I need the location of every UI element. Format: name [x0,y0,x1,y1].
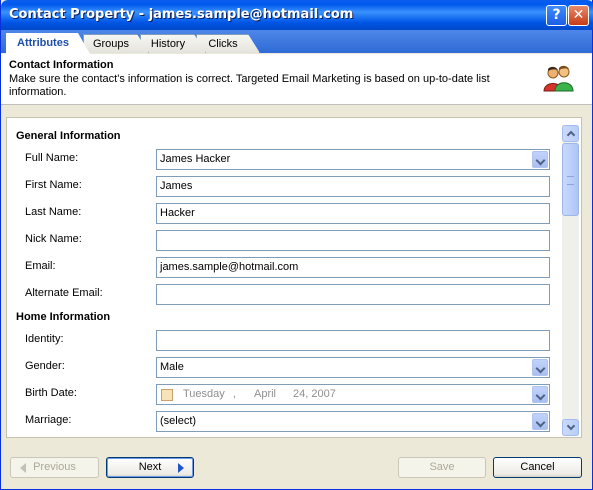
birth-month: April [254,388,277,400]
next-label: Next [138,461,162,473]
tab-attributes[interactable]: Attributes [6,33,90,54]
vertical-scrollbar[interactable] [562,125,579,436]
birth-weekday: Tuesday [183,388,225,400]
birth-day-year: 24, 2007 [293,388,336,400]
date-checkbox[interactable] [161,389,173,401]
header-description: Make sure the contact's information is c… [9,73,490,98]
help-button[interactable]: ? [546,5,567,26]
full-name-label: Full Name: [25,152,79,164]
last-name-label: Last Name: [25,206,82,218]
marriage-value: (select) [160,415,197,427]
first-name-label: First Name: [25,179,82,191]
alternate-email-label: Alternate Email: [25,287,103,299]
home-info-heading: Home Information [16,311,111,323]
contacts-icon [541,65,575,96]
save-button[interactable]: Save [398,457,486,478]
last-name-field[interactable]: Hacker [156,203,550,224]
next-button[interactable]: Next [106,457,194,478]
arrow-left-icon [20,463,26,473]
scroll-thumb[interactable] [562,143,579,216]
identity-field[interactable] [156,330,550,351]
scroll-up-button[interactable] [562,125,579,142]
gender-label: Gender: [25,360,65,372]
full-name-combo[interactable]: James Hacker [156,149,550,170]
nick-name-field[interactable] [156,230,550,251]
email-label: Email: [25,260,56,272]
birth-separator: , [233,388,237,400]
birth-date-picker[interactable]: Tuesday , April 24, 2007 [156,384,550,405]
header-title: Contact Information [9,59,114,71]
button-bar: Previous Next Save Cancel [1,447,592,489]
chevron-down-icon[interactable] [532,413,548,430]
alternate-email-field[interactable] [156,284,550,305]
chevron-down-icon[interactable] [532,359,548,376]
marriage-combo[interactable]: (select) [156,411,550,432]
window-title: Contact Property - james.sample@hotmail.… [9,7,354,22]
scroll-down-button[interactable] [562,419,579,436]
full-name-value: James Hacker [160,153,231,165]
contact-info-header: Contact Information Make sure the contac… [1,54,592,105]
title-bar: Contact Property - james.sample@hotmail.… [1,0,593,30]
tab-clicks[interactable]: Clicks [196,34,260,53]
first-name-field[interactable]: James [156,176,550,197]
cancel-button[interactable]: Cancel [493,457,582,478]
previous-button[interactable]: Previous [10,457,99,478]
nick-name-label: Nick Name: [25,233,82,245]
tab-groups[interactable]: Groups [83,34,149,53]
identity-label: Identity: [25,333,64,345]
arrow-right-icon [178,463,184,473]
gender-combo[interactable]: Male [156,357,550,378]
tab-strip: Clicks History Groups Attributes [1,30,592,53]
contact-property-window: Contact Property - james.sample@hotmail.… [0,0,593,490]
general-info-heading: General Information [16,130,121,142]
birth-date-label: Birth Date: [25,387,77,399]
close-button[interactable]: ✕ [568,5,589,26]
attributes-form: General Information Full Name: James Hac… [7,119,559,437]
marriage-label: Marriage: [25,414,72,426]
chevron-down-icon[interactable] [532,151,548,168]
chevron-down-icon[interactable] [532,386,548,403]
gender-value: Male [160,361,184,373]
email-field[interactable]: james.sample@hotmail.com [156,257,550,278]
previous-label: Previous [33,461,76,473]
